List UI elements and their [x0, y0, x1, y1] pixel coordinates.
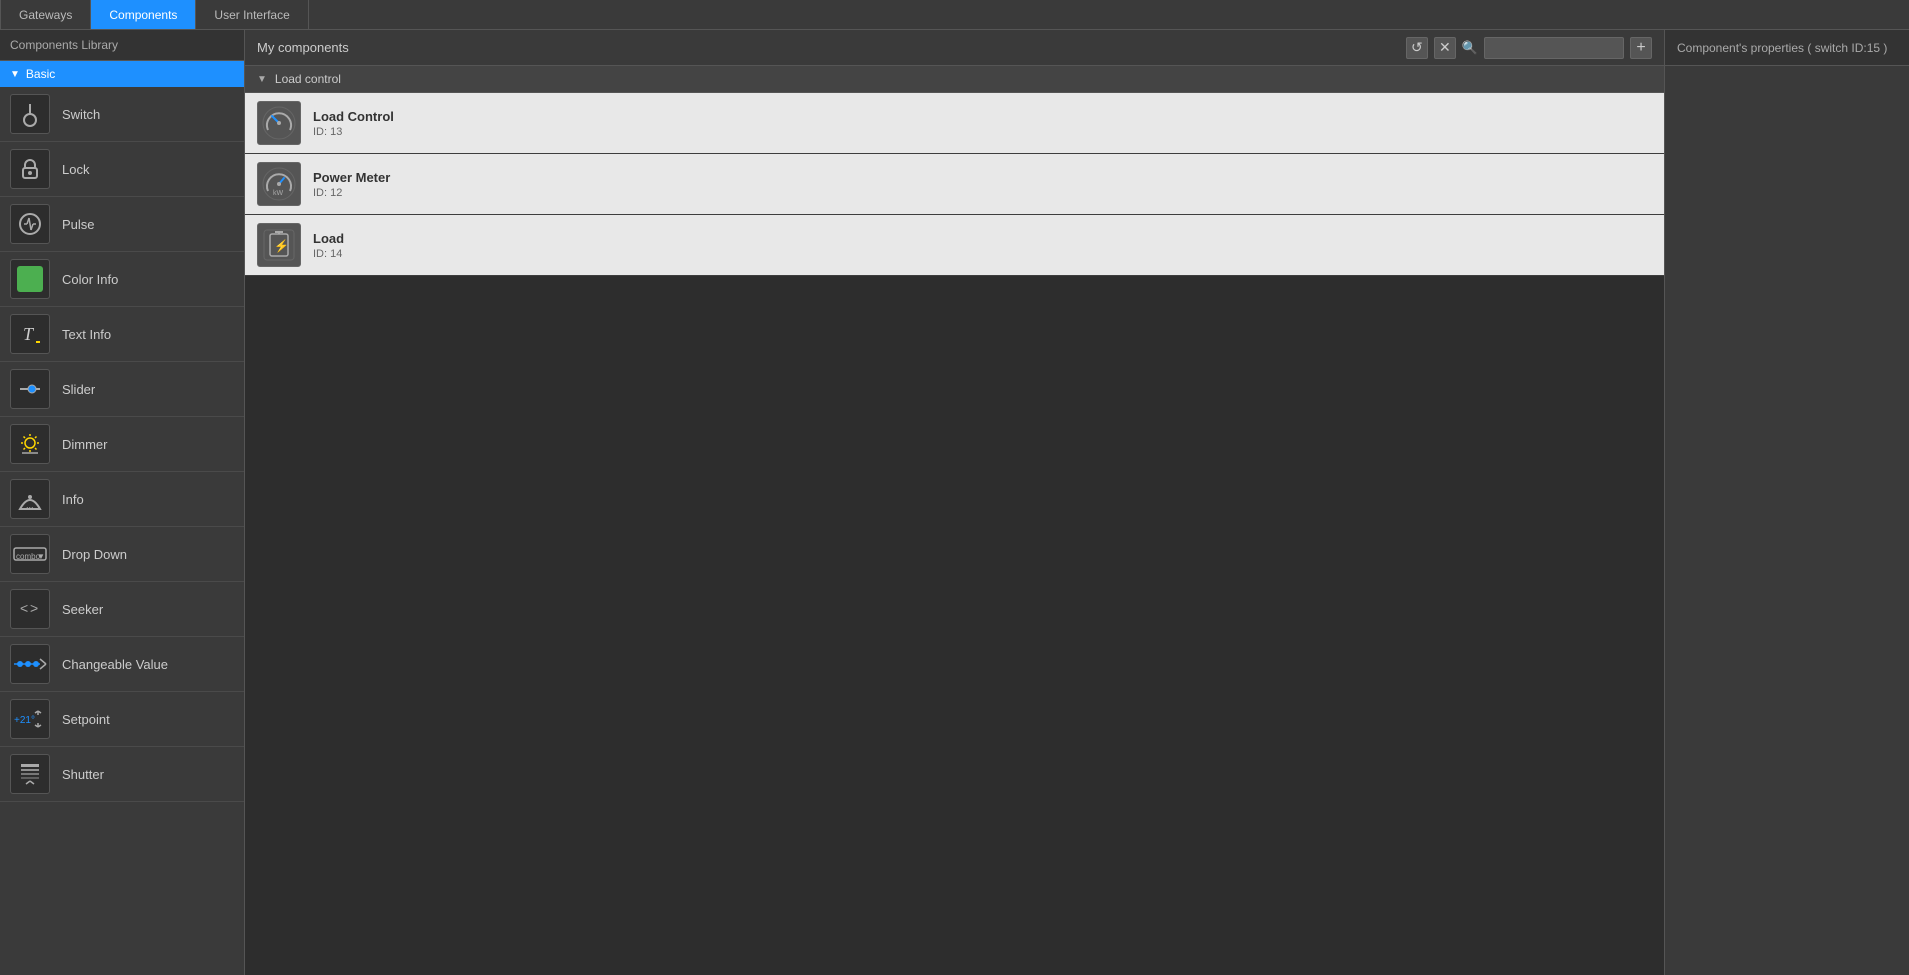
- info-label: Info: [62, 492, 84, 507]
- section-label: Basic: [26, 67, 55, 81]
- basic-section-header[interactable]: ▼ Basic: [0, 61, 244, 87]
- svg-text:⚡: ⚡: [274, 239, 289, 253]
- sidebar-item-pulse[interactable]: Pulse: [0, 197, 244, 252]
- component-list: Load Control ID: 13 kW Power Meter: [245, 93, 1664, 276]
- refresh-button[interactable]: ↺: [1406, 37, 1428, 59]
- load-id: ID: 14: [313, 248, 344, 260]
- section-arrow-icon: ▼: [10, 69, 20, 80]
- main-layout: Components Library ▼ Basic Switch: [0, 30, 1909, 975]
- right-panel-header: Component's properties ( switch ID:15 ): [1665, 30, 1909, 66]
- info-icon: ...: [10, 479, 50, 519]
- load-control-id: ID: 13: [313, 126, 394, 138]
- sidebar-item-text-info[interactable]: T Text Info: [0, 307, 244, 362]
- component-item-load-control[interactable]: Load Control ID: 13: [245, 93, 1664, 154]
- components-library-sidebar: Components Library ▼ Basic Switch: [0, 30, 245, 975]
- tab-gateways[interactable]: Gateways: [0, 0, 91, 29]
- load-info: Load ID: 14: [313, 231, 344, 260]
- sidebar-item-switch[interactable]: Switch: [0, 87, 244, 142]
- slider-icon: [10, 369, 50, 409]
- tab-user-interface[interactable]: User Interface: [196, 0, 308, 29]
- changeable-value-label: Changeable Value: [62, 657, 168, 672]
- center-panel: My components ↺ ✕ 🔍 + ▼ Load control: [245, 30, 1664, 975]
- dimmer-label: Dimmer: [62, 437, 108, 452]
- lock-icon: [10, 149, 50, 189]
- add-button[interactable]: +: [1630, 37, 1652, 59]
- pulse-label: Pulse: [62, 217, 95, 232]
- setpoint-icon: +21°: [10, 699, 50, 739]
- slider-label: Slider: [62, 382, 95, 397]
- color-info-label: Color Info: [62, 272, 118, 287]
- component-item-power-meter[interactable]: kW Power Meter ID: 12: [245, 154, 1664, 215]
- search-icon: 🔍: [1462, 40, 1478, 56]
- lock-label: Lock: [62, 162, 89, 177]
- shutter-label: Shutter: [62, 767, 104, 782]
- sidebar-items-list: Switch Lock: [0, 87, 244, 975]
- switch-label: Switch: [62, 107, 100, 122]
- sidebar-item-lock[interactable]: Lock: [0, 142, 244, 197]
- svg-text:▼: ▼: [37, 552, 45, 561]
- sidebar-item-dimmer[interactable]: Dimmer: [0, 417, 244, 472]
- tab-components[interactable]: Components: [91, 0, 196, 29]
- search-input[interactable]: [1484, 37, 1624, 59]
- dropdown-label: Drop Down: [62, 547, 127, 562]
- color-info-icon: [10, 259, 50, 299]
- setpoint-label: Setpoint: [62, 712, 110, 727]
- right-panel: Component's properties ( switch ID:15 ): [1664, 30, 1909, 975]
- sidebar-item-shutter[interactable]: Shutter: [0, 747, 244, 802]
- load-control-icon: [257, 101, 301, 145]
- svg-text:>: >: [30, 600, 38, 616]
- center-controls: ↺ ✕ 🔍 +: [1406, 37, 1652, 59]
- load-control-group-header[interactable]: ▼ Load control: [245, 66, 1664, 93]
- sidebar-item-setpoint[interactable]: +21° Setpoint: [0, 692, 244, 747]
- center-header: My components ↺ ✕ 🔍 +: [245, 30, 1664, 66]
- changeable-value-icon: [10, 644, 50, 684]
- sidebar-item-slider[interactable]: Slider: [0, 362, 244, 417]
- sidebar-item-color-info[interactable]: Color Info: [0, 252, 244, 307]
- load-name: Load: [313, 231, 344, 246]
- power-meter-name: Power Meter: [313, 170, 390, 185]
- sidebar-item-info[interactable]: ... Info: [0, 472, 244, 527]
- load-icon: ⚡: [257, 223, 301, 267]
- seeker-icon: < >: [10, 589, 50, 629]
- dimmer-icon: [10, 424, 50, 464]
- component-properties-title: Component's properties ( switch ID:15 ): [1677, 41, 1887, 55]
- svg-text:+21°: +21°: [14, 715, 35, 726]
- group-arrow-icon: ▼: [257, 74, 267, 85]
- power-meter-info: Power Meter ID: 12: [313, 170, 390, 199]
- switch-icon: [10, 94, 50, 134]
- top-navigation: Gateways Components User Interface: [0, 0, 1909, 30]
- sidebar-item-seeker[interactable]: < > Seeker: [0, 582, 244, 637]
- load-control-info: Load Control ID: 13: [313, 109, 394, 138]
- text-info-icon: T: [10, 314, 50, 354]
- component-item-load[interactable]: ⚡ Load ID: 14: [245, 215, 1664, 276]
- center-panel-title: My components: [257, 40, 349, 55]
- svg-text:T: T: [23, 324, 35, 344]
- svg-text:<: <: [20, 600, 28, 616]
- power-meter-id: ID: 12: [313, 187, 390, 199]
- group-title: Load control: [275, 72, 341, 86]
- dropdown-icon: combo ▼: [10, 534, 50, 574]
- sidebar-header: Components Library: [0, 30, 244, 61]
- sidebar-item-dropdown[interactable]: combo ▼ Drop Down: [0, 527, 244, 582]
- seeker-label: Seeker: [62, 602, 103, 617]
- shutter-icon: [10, 754, 50, 794]
- sidebar-item-changeable-value[interactable]: Changeable Value: [0, 637, 244, 692]
- load-control-name: Load Control: [313, 109, 394, 124]
- text-info-label: Text Info: [62, 327, 111, 342]
- svg-text:...: ...: [26, 500, 34, 510]
- pulse-icon: [10, 204, 50, 244]
- power-meter-icon: kW: [257, 162, 301, 206]
- close-button[interactable]: ✕: [1434, 37, 1456, 59]
- svg-text:kW: kW: [273, 190, 284, 197]
